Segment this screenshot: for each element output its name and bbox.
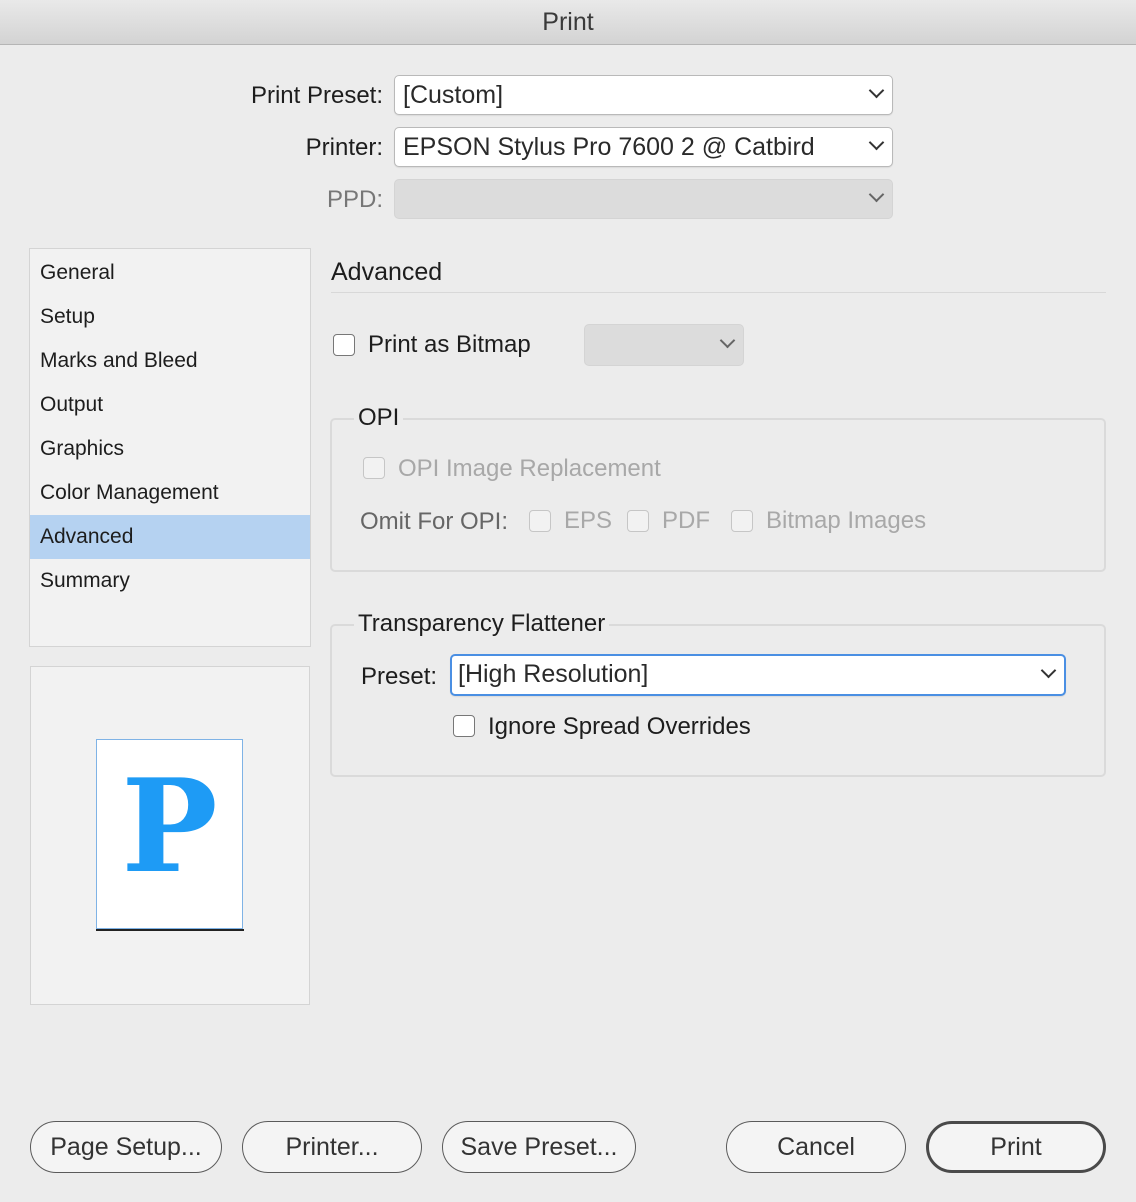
print-as-bitmap-checkbox[interactable] [333,334,355,356]
sidebar-item-general[interactable]: General [30,251,310,295]
chevron-down-icon [721,335,733,347]
flattener-preset-value: [High Resolution] [458,660,649,688]
chevron-down-icon [870,85,882,97]
omit-pdf-label: PDF [662,507,710,534]
category-sidebar: General Setup Marks and Bleed Output Gra… [29,248,311,647]
bitmap-resolution-select[interactable] [584,324,744,366]
window-title: Print [0,0,1136,45]
chevron-down-icon [1042,665,1054,677]
ignore-spread-overrides-checkbox[interactable] [453,715,475,737]
flattener-preset-select[interactable]: [High Resolution] [450,654,1066,696]
page-setup-button[interactable]: Page Setup... [30,1121,222,1173]
sidebar-item-marks-and-bleed[interactable]: Marks and Bleed [30,339,310,383]
preview-letter: P [121,752,218,902]
ppd-select[interactable] [394,179,893,219]
print-preset-value: [Custom] [403,81,504,109]
chevron-down-icon [870,189,882,201]
ignore-spread-overrides-label: Ignore Spread Overrides [488,713,751,740]
print-preset-label: Print Preset: [250,82,383,109]
opi-image-replacement-label: OPI Image Replacement [398,455,661,482]
opi-group [330,418,1106,572]
transparency-flattener-group [330,624,1106,777]
omit-for-opi-label: Omit For OPI: [360,508,509,535]
page-preview-shadow [96,929,244,931]
omit-eps-label: EPS [564,507,613,534]
omit-bitmap-images-checkbox[interactable] [731,510,753,532]
printer-select[interactable]: EPSON Stylus Pro 7600 2 @ Catbird [394,127,893,167]
cancel-button[interactable]: Cancel [726,1121,906,1173]
sidebar-item-setup[interactable]: Setup [30,295,310,339]
sidebar-item-graphics[interactable]: Graphics [30,427,310,471]
print-button[interactable]: Print [926,1121,1106,1173]
printer-label: Printer: [305,134,383,161]
opi-image-replacement-checkbox[interactable] [363,457,385,479]
printer-value: EPSON Stylus Pro 7600 2 @ Catbird [403,133,815,161]
sidebar-item-advanced[interactable]: Advanced [30,515,310,559]
print-preset-select[interactable]: [Custom] [394,75,893,115]
printer-button[interactable]: Printer... [242,1121,422,1173]
flattener-preset-label: Preset: [361,663,438,690]
sidebar-item-output[interactable]: Output [30,383,310,427]
transparency-flattener-legend: Transparency Flattener [354,609,610,639]
opi-legend: OPI [354,403,404,433]
omit-pdf-checkbox[interactable] [627,510,649,532]
sidebar-item-color-management[interactable]: Color Management [30,471,310,515]
section-title: Advanced [331,258,443,286]
print-as-bitmap-label: Print as Bitmap [368,331,531,358]
page-preview: P [96,739,243,929]
chevron-down-icon [870,137,882,149]
omit-bitmap-images-label: Bitmap Images [766,507,927,534]
save-preset-button[interactable]: Save Preset... [442,1121,636,1173]
ppd-label: PPD: [326,186,383,213]
section-divider [331,292,1106,293]
sidebar-item-summary[interactable]: Summary [30,559,310,603]
omit-eps-checkbox[interactable] [529,510,551,532]
